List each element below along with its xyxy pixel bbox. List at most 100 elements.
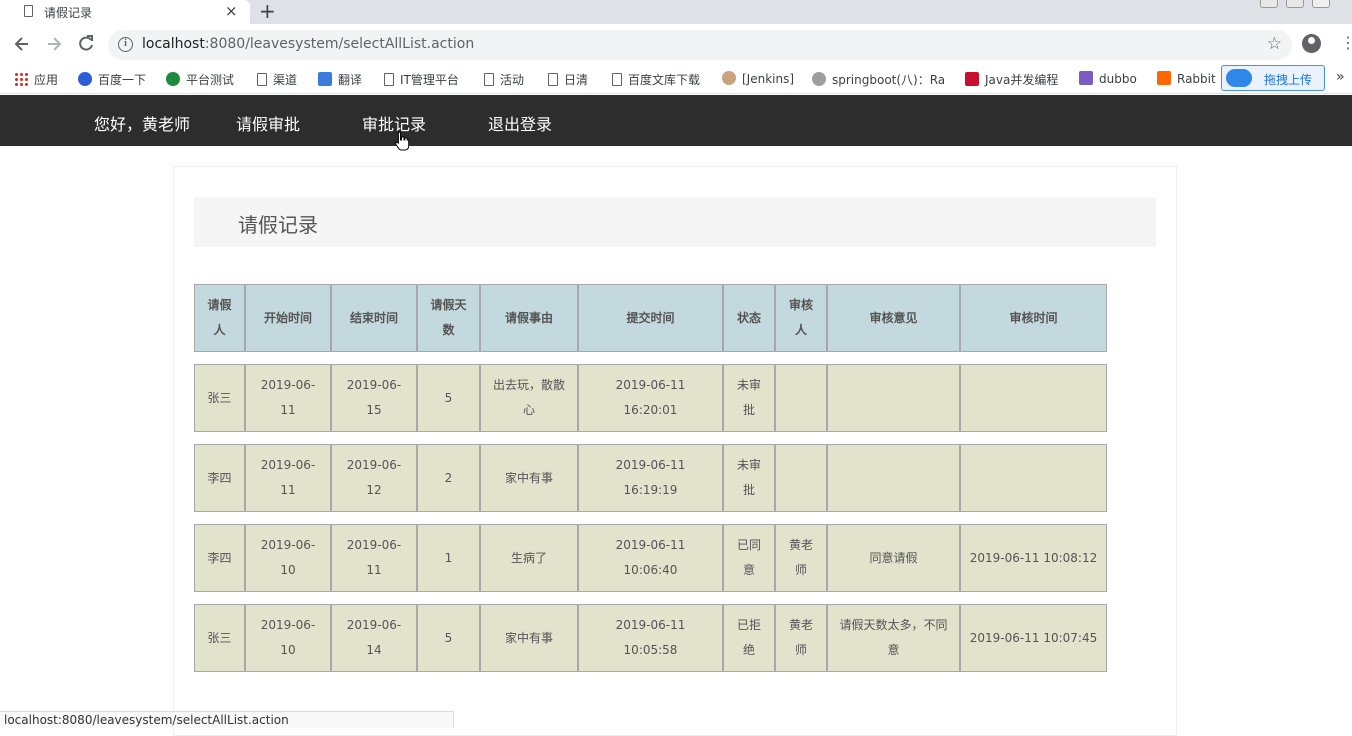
bookmark-label: 平台测试: [186, 73, 235, 87]
cell-reason: 家中有事: [480, 444, 578, 512]
translate-icon: [318, 72, 332, 86]
bookmark-daily[interactable]: 日清: [548, 71, 588, 88]
cell-reviewer: [775, 444, 827, 512]
leave-records-table: 请假人 开始时间 结束时间 请假天数 请假事由 提交时间 状态 审核人 审核意见…: [194, 272, 1107, 684]
cell-start-time: 2019-06-10: [245, 604, 331, 672]
platform-icon: [166, 72, 180, 86]
back-arrow-icon[interactable]: [12, 34, 32, 54]
more-bookmarks-icon[interactable]: »: [1336, 69, 1345, 85]
new-tab-button[interactable]: +: [259, 0, 276, 23]
col-review-opinion: 审核意见: [827, 284, 960, 352]
col-reason: 请假事由: [480, 284, 578, 352]
bookmark-label: 应用: [34, 73, 59, 87]
cell-start-time: 2019-06-11: [245, 364, 331, 432]
cell-reason: 出去玩，散散心: [480, 364, 578, 432]
cell-status: 已拒绝: [723, 604, 775, 672]
close-tab-icon[interactable]: ×: [225, 2, 238, 20]
bookmark-star-icon[interactable]: ☆: [1267, 34, 1282, 54]
url-text: localhost:8080/leavesystem/selectAllList…: [142, 36, 474, 52]
status-url: localhost:8080/leavesystem/selectAllList…: [4, 713, 289, 727]
cell-status: 未审批: [723, 364, 775, 432]
nav-approval-records[interactable]: 审批记录: [362, 111, 426, 135]
nav-leave-approval[interactable]: 请假审批: [236, 111, 300, 135]
bookmark-label: Java并发编程: [985, 73, 1059, 87]
page-heading: 请假记录: [194, 197, 1156, 247]
page-icon: [384, 73, 394, 86]
jenkins-icon: [722, 71, 736, 85]
address-bar[interactable]: i localhost:8080/leavesystem/selectAllLi…: [108, 30, 1292, 60]
cell-reviewer: [775, 364, 827, 432]
status-bar: localhost:8080/leavesystem/selectAllList…: [0, 711, 454, 728]
bookmark-java[interactable]: Java并发编程: [965, 71, 1058, 88]
bookmark-jenkins[interactable]: [Jenkins]: [722, 71, 794, 86]
page-title: 请假记录: [238, 213, 318, 237]
bookmark-wenku[interactable]: 百度文库下载: [612, 71, 700, 88]
url-host: localhost: [142, 36, 205, 52]
col-applicant: 请假人: [194, 284, 245, 352]
baidu-icon: [78, 72, 92, 86]
bookmark-springboot[interactable]: springboot(八)：Ra: [812, 71, 946, 88]
tab-title: 请假记录: [44, 6, 93, 20]
nav-logout[interactable]: 退出登录: [488, 111, 552, 135]
cell-review-opinion: 请假天数太多，不同意: [827, 604, 960, 672]
maximize-icon[interactable]: [1286, 0, 1304, 8]
table-row: 张三 2019-06-10 2019-06-14 5 家中有事 2019-06-…: [194, 604, 1107, 672]
browser-toolbar: i localhost:8080/leavesystem/selectAllLi…: [0, 24, 1352, 64]
bookmark-label: dubbo: [1099, 72, 1137, 86]
cell-review-time: 2019-06-11 10:07:45: [960, 604, 1107, 672]
cell-start-time: 2019-06-11: [245, 444, 331, 512]
cell-start-time: 2019-06-10: [245, 524, 331, 592]
bookmark-apps[interactable]: 应用: [14, 71, 58, 88]
bookmark-platform[interactable]: 平台测试: [166, 71, 234, 88]
site-info-icon[interactable]: i: [118, 37, 133, 52]
col-review-time: 审核时间: [960, 284, 1107, 352]
cell-review-opinion: [827, 364, 960, 432]
bookmark-label: Rabbit: [1177, 72, 1216, 86]
tab-leave-records[interactable]: 请假记录 ×: [0, 0, 250, 24]
springboot-icon: [812, 72, 826, 86]
page-icon: [548, 73, 558, 86]
reload-icon[interactable]: [76, 34, 96, 54]
cell-applicant: 李四: [194, 524, 245, 592]
bookmark-translate[interactable]: 翻译: [318, 71, 362, 88]
menu-kebab-icon[interactable]: ⋮: [1340, 33, 1352, 52]
bookmark-rabbit[interactable]: Rabbit: [1157, 71, 1221, 86]
account-icon[interactable]: [1302, 34, 1321, 53]
upload-label: 拖拽上传: [1264, 73, 1313, 87]
window-close-icon[interactable]: [1312, 0, 1330, 8]
csdn-icon: [965, 72, 979, 86]
bookmark-label: IT管理平台: [400, 73, 459, 87]
hand-cursor-icon: [395, 131, 409, 151]
bookmark-label: [Jenkins]: [742, 72, 795, 86]
bookmark-it-platform[interactable]: IT管理平台: [384, 71, 459, 88]
forward-arrow-icon[interactable]: [44, 34, 64, 54]
bookmark-channel[interactable]: 渠道: [257, 71, 297, 88]
cell-end-time: 2019-06-14: [331, 604, 417, 672]
col-start-time: 开始时间: [245, 284, 331, 352]
col-reviewer: 审核人: [775, 284, 827, 352]
cell-days: 5: [417, 604, 480, 672]
bookmark-baidu[interactable]: 百度一下: [78, 71, 146, 88]
page-icon: [612, 73, 622, 86]
cell-end-time: 2019-06-12: [331, 444, 417, 512]
bookmark-activity[interactable]: 活动: [484, 71, 524, 88]
cell-days: 5: [417, 364, 480, 432]
drag-upload-button[interactable]: 拖拽上传: [1221, 65, 1325, 91]
bookmark-label: 渠道: [273, 73, 298, 87]
url-path: :8080/leavesystem/selectAllList.action: [204, 36, 475, 52]
page-icon: [24, 5, 33, 17]
bookmarks-bar: 应用 百度一下 平台测试 渠道 翻译 IT管理平台 活动 日清 百度文库下载 […: [0, 64, 1352, 94]
cell-submit-time: 2019-06-11 10:06:40: [578, 524, 723, 592]
cell-review-time: [960, 364, 1107, 432]
cell-review-opinion: 同意请假: [827, 524, 960, 592]
cell-submit-time: 2019-06-11 10:05:58: [578, 604, 723, 672]
nav-greeting: 您好，黄老师: [94, 115, 191, 134]
minimize-icon[interactable]: [1260, 0, 1278, 8]
col-days: 请假天数: [417, 284, 480, 352]
apps-icon: [14, 72, 28, 86]
bookmark-dubbo[interactable]: dubbo: [1079, 71, 1137, 86]
cloud-icon: [1226, 69, 1252, 87]
page-icon: [257, 73, 267, 86]
cell-end-time: 2019-06-11: [331, 524, 417, 592]
tab-strip: 请假记录 × +: [0, 0, 1352, 24]
